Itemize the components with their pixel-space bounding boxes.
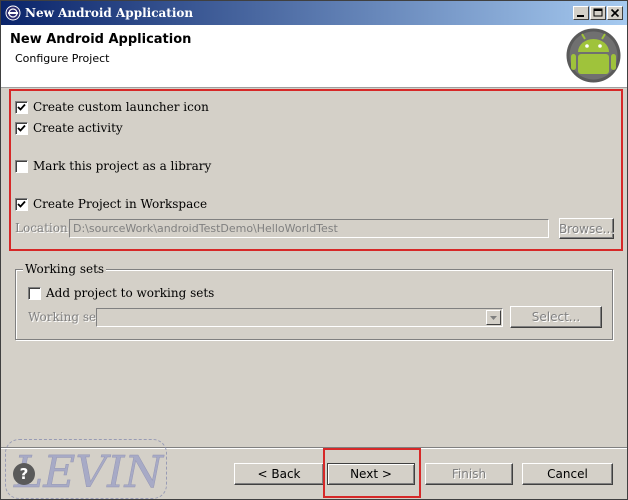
select-working-sets-button[interactable]: Select...	[510, 306, 602, 328]
page-title: New Android Application	[10, 32, 192, 47]
page-subtitle: Configure Project	[15, 52, 110, 65]
highlight-options-box	[9, 89, 623, 251]
wizard-header: New Android Application Configure Projec…	[1, 25, 627, 88]
maximize-button[interactable]	[590, 6, 606, 20]
working-sets-group-label: Working sets	[23, 262, 107, 276]
add-to-working-sets-label: Add project to working sets	[46, 286, 215, 300]
working-sets-combo[interactable]	[96, 308, 503, 327]
cancel-button[interactable]: Cancel	[522, 463, 613, 485]
finish-button[interactable]: Finish	[425, 463, 513, 485]
add-to-working-sets-checkbox[interactable]: Add project to working sets	[28, 285, 214, 301]
checkbox-box[interactable]	[28, 286, 41, 300]
title-bar[interactable]: New Android Application	[1, 1, 627, 25]
highlight-next-box	[323, 448, 421, 498]
eclipse-app-icon	[5, 5, 21, 21]
close-button[interactable]	[607, 6, 623, 20]
minimize-button[interactable]	[573, 6, 589, 20]
close-icon	[610, 8, 620, 18]
back-button[interactable]: < Back	[234, 463, 324, 485]
chevron-down-icon	[490, 316, 497, 320]
maximize-icon	[593, 8, 603, 17]
help-button[interactable]: ?	[13, 463, 35, 485]
combo-dropdown-button[interactable]	[486, 310, 501, 325]
window-title: New Android Application	[25, 6, 194, 20]
android-logo-icon	[566, 28, 621, 83]
working-sets-group	[15, 269, 613, 340]
minimize-icon	[577, 15, 584, 17]
watermark-text: LEVIN	[13, 447, 164, 498]
new-android-application-window: New Android Application New Android Appl…	[0, 0, 628, 500]
